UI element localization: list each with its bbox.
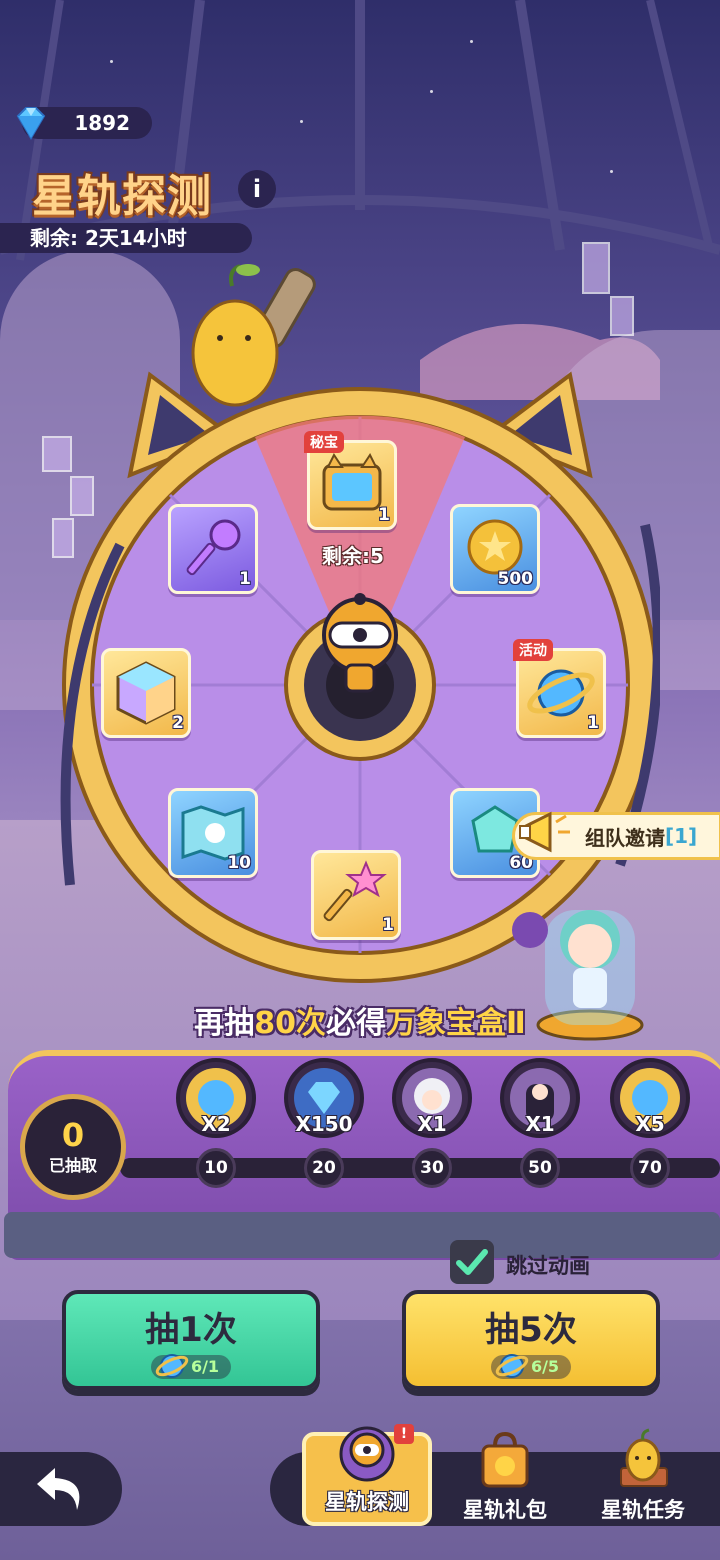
skip-animation-label: 跳过动画 [506,1254,590,1278]
item-count: 10 [227,853,251,873]
orb-icon [495,1353,529,1378]
tag-event: 活动 [513,639,553,661]
gift-bag-icon [481,1431,529,1488]
draw-once-label: 抽1次 [145,1309,237,1350]
drawn-counter: 0 已抽取 [20,1094,126,1200]
item-count: 1 [239,569,251,589]
draw-five-button[interactable]: 抽5次 6/5 [402,1290,660,1390]
team-invite-count: [1] [665,824,698,848]
wheel-item-purple-key: 1 [168,504,258,594]
milestone-marker: 50 [520,1148,560,1188]
reward-qty: X150 [295,1112,353,1136]
milestone-marker: 10 [196,1148,236,1188]
tetris-decor [582,242,610,294]
milestone-marker: 20 [304,1148,344,1188]
milestone-marker: 30 [412,1148,452,1188]
nav-tab-task[interactable]: 星轨任务 [578,1420,708,1530]
item-count: 500 [497,569,534,589]
wheel-item-cube: 2 [101,648,191,738]
back-button[interactable] [0,1452,122,1526]
checkmark-icon [456,1249,488,1275]
draw-five-label: 抽5次 [485,1309,577,1350]
drawn-count: 0 [61,1116,85,1154]
item-count: 1 [378,505,390,525]
orb-icon [155,1353,189,1378]
tetris-decor [610,296,634,336]
reward-qty: X5 [635,1112,665,1136]
draw-once-cost-value: 6/1 [190,1356,220,1376]
skip-animation-checkbox[interactable] [450,1240,494,1284]
drawn-label: 已抽取 [48,1156,97,1175]
star-decor [110,60,113,63]
remaining-label: 剩余:5 [322,544,384,568]
team-invite-label: 组队邀请 [585,825,665,850]
wheel-item-treasure: 秘宝 1 [304,431,397,530]
nav-label: 星轨礼包 [463,1498,547,1522]
wheel-item-star-orb: 活动 1 [513,639,606,738]
reward-qty: X1 [417,1112,447,1136]
item-count: 2 [172,713,184,733]
milestone-marker: 70 [630,1148,670,1188]
star-decor [470,40,473,43]
pear-mascot-icon [620,1428,668,1487]
back-arrow-icon [37,1468,80,1510]
banner-count: 80次 [254,1006,326,1041]
draw-five-cost: 6/5 [490,1353,572,1379]
nav-label: 星轨探测 [325,1490,409,1514]
banner-prefix: 再抽 [194,1006,255,1041]
wheel-item-map: 10 [168,788,258,878]
reward-qty: X1 [525,1112,555,1136]
star-decor [430,90,433,93]
item-count: 1 [382,915,394,935]
star-decor [610,170,613,173]
pity-banner: 再抽80次必得万象宝盒Ⅱ [0,998,720,1042]
nav-tab-detect[interactable]: 星轨探测 [302,1426,432,1526]
event-timer: 剩余: 2天14小时 [0,223,252,253]
reward-qty: X2 [201,1112,231,1136]
info-icon: i [252,175,262,203]
draw-once-button[interactable]: 抽1次 6/1 [62,1290,320,1390]
pedestal-base [4,1212,720,1258]
wheel-item-gold-coin: 500 [450,504,540,594]
robot-icon [339,1426,395,1482]
info-button[interactable]: i [238,170,276,208]
draw-five-cost-value: 6/5 [530,1356,560,1376]
event-title: 星轨探测 [32,171,212,222]
tag-rare: 秘宝 [304,431,344,453]
nav-label: 星轨任务 [601,1498,685,1522]
gem-count: 1892 [74,111,130,135]
megaphone-icon [519,811,570,853]
banner-reward: 万象宝盒Ⅱ [385,1006,526,1041]
nav-tab-gift[interactable]: 星轨礼包 [440,1420,570,1530]
diamond-icon [16,107,46,140]
draw-once-cost: 6/1 [150,1353,232,1379]
star-decor [300,120,303,123]
banner-middle: 必得 [325,1006,386,1041]
wheel-item-star-key: 1 [311,850,401,940]
item-count: 1 [587,713,599,733]
alert-badge: ! [394,1424,414,1444]
